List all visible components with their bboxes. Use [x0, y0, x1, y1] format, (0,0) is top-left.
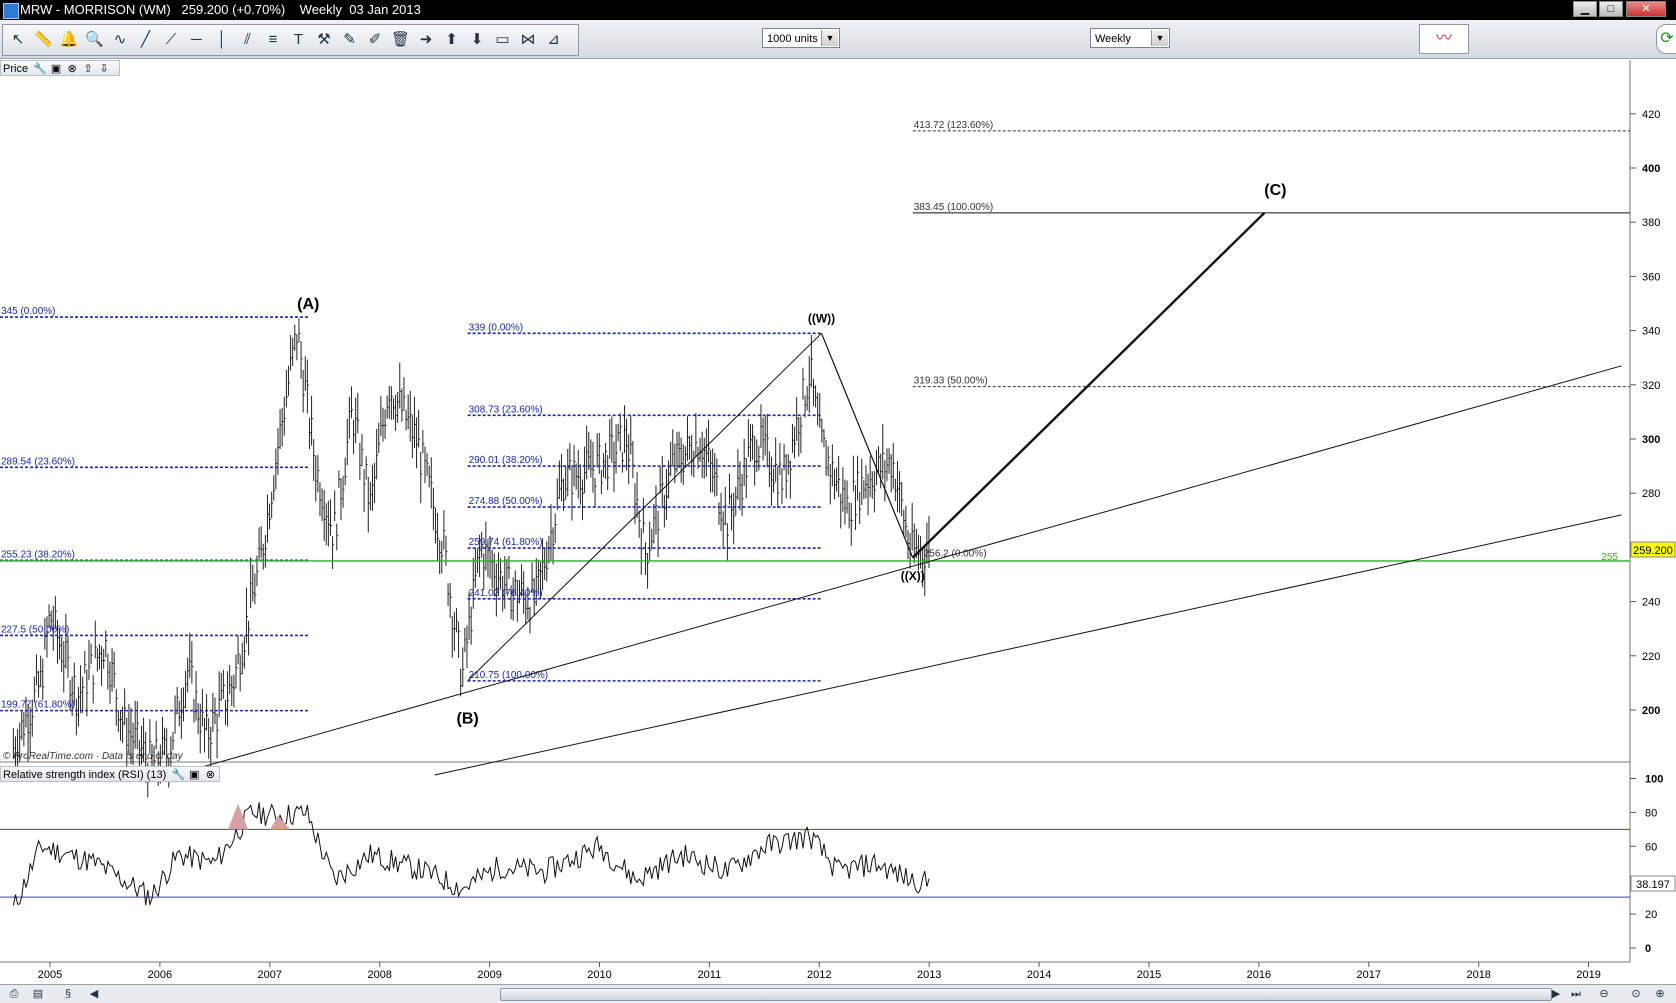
x-tick-label: 2012 — [807, 969, 831, 981]
fib-extension-100-label: 383.45 (100.00%) — [914, 202, 994, 213]
price-tick-label: 220 — [1642, 651, 1660, 663]
zoom-out-icon[interactable]: ⊖ — [1596, 987, 1612, 1001]
settings-icon[interactable]: 🔧 — [33, 61, 47, 77]
price-tick-label: 360 — [1642, 271, 1660, 283]
wave-x-down-line — [820, 333, 914, 558]
x-tick-label: 2014 — [1027, 969, 1051, 981]
x-tick-label: 2018 — [1466, 969, 1490, 981]
close-icon[interactable]: ⊗ — [203, 767, 217, 783]
price-panel-label: Price — [3, 63, 29, 75]
wave-label-a: (A) — [297, 296, 319, 313]
x-axis: 2005 2006 2007 2008 2009 2010 2011 2012 2013 2014… — [38, 962, 1601, 981]
price-tick-label: 240 — [1642, 597, 1660, 609]
watermark: © ProRealTime.com · Data is end of day — [3, 751, 184, 762]
x-tick-label: 2017 — [1357, 969, 1381, 981]
fib-level-w-label: 259.74 (61.80%) — [469, 537, 543, 548]
price-panel-header: Price 🔧 ▣ ⊗ ⇧ ⇩ — [0, 60, 120, 76]
rsi-panel-label: Relative strength index (RSI) (13) — [3, 769, 167, 781]
rsi-overbought-fill — [228, 803, 248, 830]
x-tick-label: 2016 — [1247, 969, 1271, 981]
fib-level-a-label: 199.77 (61.80%) — [1, 700, 75, 711]
trend-lines — [192, 211, 1622, 776]
window-icon[interactable]: ▣ — [49, 61, 63, 77]
save-icon[interactable]: ▤ — [30, 987, 46, 1001]
x-tick-label: 2011 — [698, 969, 722, 981]
price-tick-label: 340 — [1642, 326, 1660, 338]
move-up-icon[interactable]: ⇧ — [81, 61, 95, 77]
price-tick-label: 380 — [1642, 217, 1660, 229]
rsi-line — [12, 802, 930, 907]
rsi-tick-label: 80 — [1645, 807, 1657, 819]
close-icon[interactable]: ⊗ — [65, 61, 79, 77]
support-level-label: 255 — [1601, 552, 1618, 563]
fib-level-a-label: 255.23 (38.20%) — [1, 549, 75, 560]
print-icon[interactable]: ⎙ — [6, 987, 22, 1001]
price-tick-label: 420 — [1642, 109, 1660, 121]
price-tick-label: 320 — [1642, 380, 1660, 392]
channel-upper-line — [192, 365, 1622, 771]
rsi-axis: 100806040200 — [1630, 774, 1663, 955]
rsi-panel-header: Relative strength index (RSI) (13) 🔧 ▣ ⊗ — [0, 766, 220, 782]
fib-level-w-label: 274.88 (50.00%) — [469, 496, 543, 507]
price-tick-label: 200 — [1642, 705, 1660, 717]
x-tick-label: 2015 — [1137, 969, 1161, 981]
fib-extension-label: 413.72 (123.60%) — [914, 120, 994, 131]
price-tick-label: 280 — [1642, 488, 1660, 500]
x-tick-label: 2006 — [148, 969, 172, 981]
rsi-tick-label: 100 — [1645, 774, 1663, 786]
horizontal-scrollbar[interactable]: ⎙ ▤ § ◀ ▶ ⏭ ⊖ ⊙ ⊕ — [0, 984, 1676, 1003]
fib-level-w-label: 241.02 (76.40%) — [469, 588, 543, 599]
fib-level-w-label: 308.73 (23.60%) — [469, 404, 543, 415]
fib-extension-50-label: 319.33 (50.00%) — [914, 376, 988, 387]
rsi-tick-label: 60 — [1645, 841, 1657, 853]
settings-icon[interactable]: 🔧 — [171, 767, 185, 783]
wave-label-b: (B) — [457, 711, 479, 728]
move-down-icon[interactable]: ⇩ — [97, 61, 111, 77]
fibonacci-levels: 345 (0.00%) 289.54 (23.60%) 255.23 (38.20%… — [0, 120, 1630, 712]
wave-label-x: ((X)) — [901, 569, 925, 583]
rsi-value: 38.197 — [1636, 879, 1670, 891]
wave-label-c: (C) — [1264, 182, 1286, 199]
window-icon[interactable]: ▣ — [187, 767, 201, 783]
fib-level-w-label: 210.75 (100.00%) — [469, 670, 549, 681]
wave-label-w: ((W)) — [808, 311, 835, 325]
x-tick-label: 2010 — [587, 969, 611, 981]
rsi-tick-label: 20 — [1645, 909, 1657, 921]
price-tag-value: 259.200 — [1633, 545, 1673, 557]
x-tick-label: 2013 — [917, 969, 941, 981]
fib-level-a-label: 289.54 (23.60%) — [1, 456, 75, 467]
fib-level-a-label: 227.5 (50.00%) — [1, 624, 69, 635]
zoom-in-icon[interactable]: ⊕ — [1652, 987, 1668, 1001]
rsi-plot — [0, 802, 1630, 907]
chart-canvas[interactable]: 345 (0.00%) 289.54 (23.60%) 255.23 (38.20%… — [0, 0, 1676, 1002]
fib-level-w-label: 339 (0.00%) — [469, 322, 523, 333]
x-tick-label: 2009 — [477, 969, 501, 981]
scale-icon[interactable]: § — [60, 987, 76, 1001]
wave-labels: (A) (B) ((W)) ((X)) (C) — [297, 182, 1286, 727]
zoom-reset-icon[interactable]: ⊙ — [1628, 987, 1644, 1001]
scroll-right-button[interactable]: ▶ — [1548, 987, 1564, 1001]
fib-level-a-label: 345 (0.00%) — [1, 306, 55, 317]
price-tick-label: 300 — [1642, 434, 1660, 446]
scroll-end-button[interactable]: ⏭ — [1568, 987, 1584, 1001]
scrollbar-thumb[interactable] — [500, 988, 1552, 1001]
fib-level-w-label: 290.01 (38.20%) — [469, 455, 543, 466]
x-tick-label: 2005 — [38, 969, 62, 981]
price-tick-label: 400 — [1642, 163, 1660, 175]
x-tick-label: 2008 — [367, 969, 391, 981]
x-tick-label: 2019 — [1576, 969, 1600, 981]
price-axis: 420400380360340320300280260240220200 — [1630, 109, 1660, 717]
channel-lower-line — [434, 514, 1622, 776]
scroll-left-button[interactable]: ◀ — [86, 987, 102, 1001]
rsi-tick-label: 0 — [1645, 943, 1651, 955]
x-tick-label: 2007 — [258, 969, 282, 981]
